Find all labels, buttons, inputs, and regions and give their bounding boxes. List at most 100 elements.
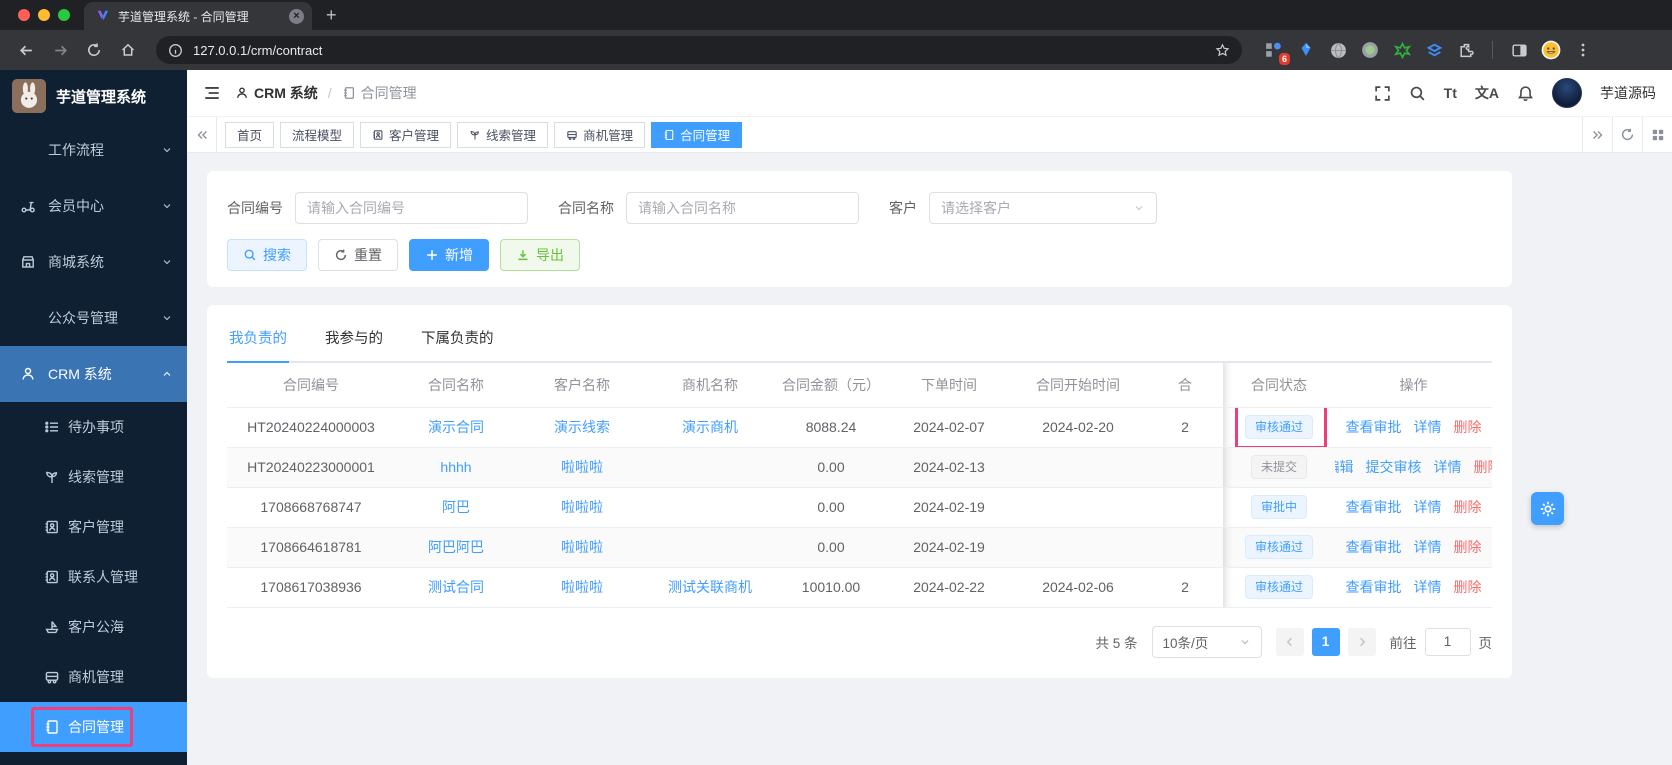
user-avatar[interactable] [1552,78,1582,108]
goto-page-input[interactable] [1424,627,1471,656]
action-delete[interactable]: 删除 [1454,497,1482,517]
extensions-puzzle-icon[interactable] [1456,40,1476,60]
forward-icon[interactable] [46,36,74,64]
sidebar-subitem-2[interactable]: 客户管理 [0,502,187,552]
sidebar-item-3[interactable]: 公众号管理 [0,290,187,346]
action-delete[interactable]: 删除 [1454,417,1482,437]
cell-contract-name-link[interactable]: 阿巴 [442,499,470,515]
app-logo[interactable]: 芋道管理系统 [0,70,187,122]
tag-tab-2[interactable]: 客户管理 [360,121,452,148]
sidebar-item-0[interactable]: 工作流程 [0,122,187,178]
tag-tab-3[interactable]: 线索管理 [457,121,549,148]
sidebar-item-4[interactable]: CRM 系统 [0,346,187,402]
action-link[interactable]: 提交审核 [1366,457,1422,477]
search-icon[interactable] [1409,85,1426,102]
action-link[interactable]: 详情 [1414,577,1442,597]
action-link[interactable]: 查看审批 [1346,577,1402,597]
cell-contract-name-link[interactable]: hhhh [440,459,471,475]
back-icon[interactable] [12,36,40,64]
username[interactable]: 芋道源码 [1600,83,1656,103]
notification-bell-icon[interactable] [1517,85,1534,102]
extension-layers-icon[interactable] [1424,40,1444,60]
browser-tab[interactable]: 芋道管理系统 - 合同管理 × [84,2,312,30]
browser-menu-icon[interactable] [1573,40,1593,60]
home-icon[interactable] [114,36,142,64]
fullscreen-icon[interactable] [1374,85,1391,102]
reload-icon[interactable] [80,36,108,64]
sidebar-subitem-1[interactable]: 线索管理 [0,452,187,502]
bookmark-star-icon[interactable] [1215,42,1230,58]
cell-business-link[interactable]: 测试关联商机 [668,579,752,595]
collapse-menu-icon[interactable] [203,84,221,102]
site-info-icon[interactable] [168,43,183,58]
translate-icon[interactable]: 文A [1475,83,1499,103]
prev-page-button[interactable] [1275,627,1304,656]
cell-customer-link[interactable]: 演示线索 [554,419,610,435]
tags-layout-grid-icon[interactable] [1642,116,1672,153]
close-window-button[interactable] [18,9,30,21]
page-size-select[interactable]: 10条/页 [1151,625,1262,658]
cell-business-link[interactable]: 演示商机 [682,419,738,435]
add-button[interactable]: 新增 [409,239,489,271]
new-tab-button[interactable]: + [326,5,337,26]
action-link[interactable]: 查看审批 [1346,537,1402,557]
extension-globe-icon[interactable] [1328,40,1348,60]
cell-customer-link[interactable]: 啦啦啦 [561,459,603,475]
sidebar-item-1[interactable]: 会员中心 [0,178,187,234]
extension-star-icon[interactable] [1392,40,1412,60]
tags-scroll-right-icon[interactable] [1582,116,1612,153]
search-button[interactable]: 搜索 [227,239,307,271]
next-page-button[interactable] [1347,627,1376,656]
extension-kite-icon[interactable] [1296,40,1316,60]
tag-tab-5[interactable]: 合同管理 [651,121,743,148]
cell-contract-name-link[interactable]: 演示合同 [428,419,484,435]
minimize-window-button[interactable] [38,9,50,21]
tag-tab-1[interactable]: 流程模型 [280,121,355,148]
sidebar-subitem-5[interactable]: 商机管理 [0,652,187,702]
cell-customer-link[interactable]: 啦啦啦 [561,499,603,515]
sidebar-subitem-3[interactable]: 联系人管理 [0,552,187,602]
action-link[interactable]: 查看审批 [1346,497,1402,517]
cell-customer-link[interactable]: 啦啦啦 [561,579,603,595]
cell-contract-name-link[interactable]: 测试合同 [428,579,484,595]
maximize-window-button[interactable] [58,9,70,21]
action-link[interactable]: 详情 [1414,537,1442,557]
action-link[interactable]: 编辑 [1335,457,1354,477]
profile-avatar-icon[interactable] [1541,40,1561,60]
side-panel-icon[interactable] [1509,40,1529,60]
tag-tab-4[interactable]: 商机管理 [554,121,646,148]
contract-no-input[interactable] [295,192,528,224]
contract-name-input[interactable] [626,192,859,224]
tag-tab-0[interactable]: 首页 [225,121,275,148]
settings-gear-button[interactable] [1531,492,1564,525]
sidebar-subitem-6[interactable]: 合同管理 [0,702,187,752]
cell-contract-name-link[interactable]: 阿巴阿巴 [428,539,484,555]
tab-close-icon[interactable]: × [289,8,304,24]
list-tab-0[interactable]: 我负责的 [227,323,289,363]
cell-customer-link[interactable]: 啦啦啦 [561,539,603,555]
breadcrumb-crm[interactable]: CRM 系统 [235,83,318,103]
reset-button[interactable]: 重置 [318,239,398,271]
tags-scroll-left-icon[interactable] [187,116,217,153]
sidebar-subitem-4[interactable]: 客户公海 [0,602,187,652]
action-link[interactable]: 查看审批 [1346,417,1402,437]
export-button[interactable]: 导出 [500,239,580,271]
action-delete[interactable]: 删除 [1474,457,1493,477]
action-delete[interactable]: 删除 [1454,537,1482,557]
list-tab-2[interactable]: 下属负责的 [419,323,496,361]
tags-refresh-icon[interactable] [1612,116,1642,153]
status-tag: 未提交 [1250,455,1307,479]
list-tab-1[interactable]: 我参与的 [323,323,385,361]
url-bar[interactable]: 127.0.0.1/crm/contract [156,36,1242,64]
action-link[interactable]: 详情 [1414,417,1442,437]
extension-green-dot-icon[interactable] [1360,40,1380,60]
customer-select[interactable]: 请选择客户 [929,192,1157,224]
extension-blocks-icon[interactable]: 6 [1264,40,1290,65]
action-delete[interactable]: 删除 [1454,577,1482,597]
current-page-button[interactable]: 1 [1311,627,1340,656]
font-size-icon[interactable]: Tt [1444,85,1457,101]
sidebar-subitem-0[interactable]: 待办事项 [0,402,187,452]
sidebar-item-2[interactable]: 商城系统 [0,234,187,290]
action-link[interactable]: 详情 [1434,457,1462,477]
action-link[interactable]: 详情 [1414,497,1442,517]
